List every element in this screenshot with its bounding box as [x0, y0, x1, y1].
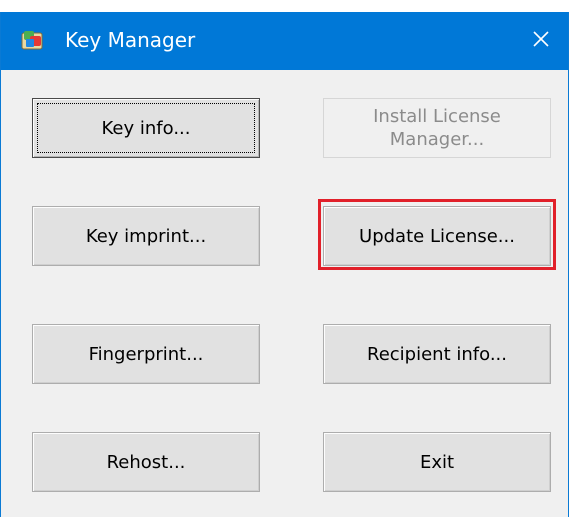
rehost-button[interactable]: Rehost...	[32, 432, 260, 492]
background-strip	[0, 0, 569, 12]
update-license-button[interactable]: Update License...	[323, 206, 551, 266]
fingerprint-button[interactable]: Fingerprint...	[32, 324, 260, 384]
close-button[interactable]	[514, 12, 568, 70]
focus-indicator	[37, 103, 255, 153]
key-imprint-button[interactable]: Key imprint...	[32, 206, 260, 266]
install-license-manager-button: Install License Manager...	[323, 98, 551, 158]
recipient-info-button[interactable]: Recipient info...	[323, 324, 551, 384]
recipient-info-label: Recipient info...	[367, 343, 507, 365]
key-info-button[interactable]: Key info...	[32, 98, 260, 158]
title-bar[interactable]: Key Manager	[1, 12, 568, 70]
key-manager-dialog: Key Manager Key info... Install License …	[0, 12, 569, 517]
exit-label: Exit	[419, 451, 455, 473]
exit-button[interactable]: Exit	[323, 432, 551, 492]
fingerprint-label: Fingerprint...	[88, 343, 204, 365]
key-manager-app-icon	[21, 30, 43, 50]
dialog-client-area: Key info... Install License Manager... K…	[1, 70, 568, 517]
key-imprint-label: Key imprint...	[85, 225, 207, 247]
rehost-label: Rehost...	[106, 451, 186, 473]
close-icon	[531, 29, 551, 53]
window-title: Key Manager	[65, 28, 196, 52]
update-license-label: Update License...	[359, 225, 515, 247]
install-license-manager-label: Install License Manager...	[373, 106, 501, 150]
